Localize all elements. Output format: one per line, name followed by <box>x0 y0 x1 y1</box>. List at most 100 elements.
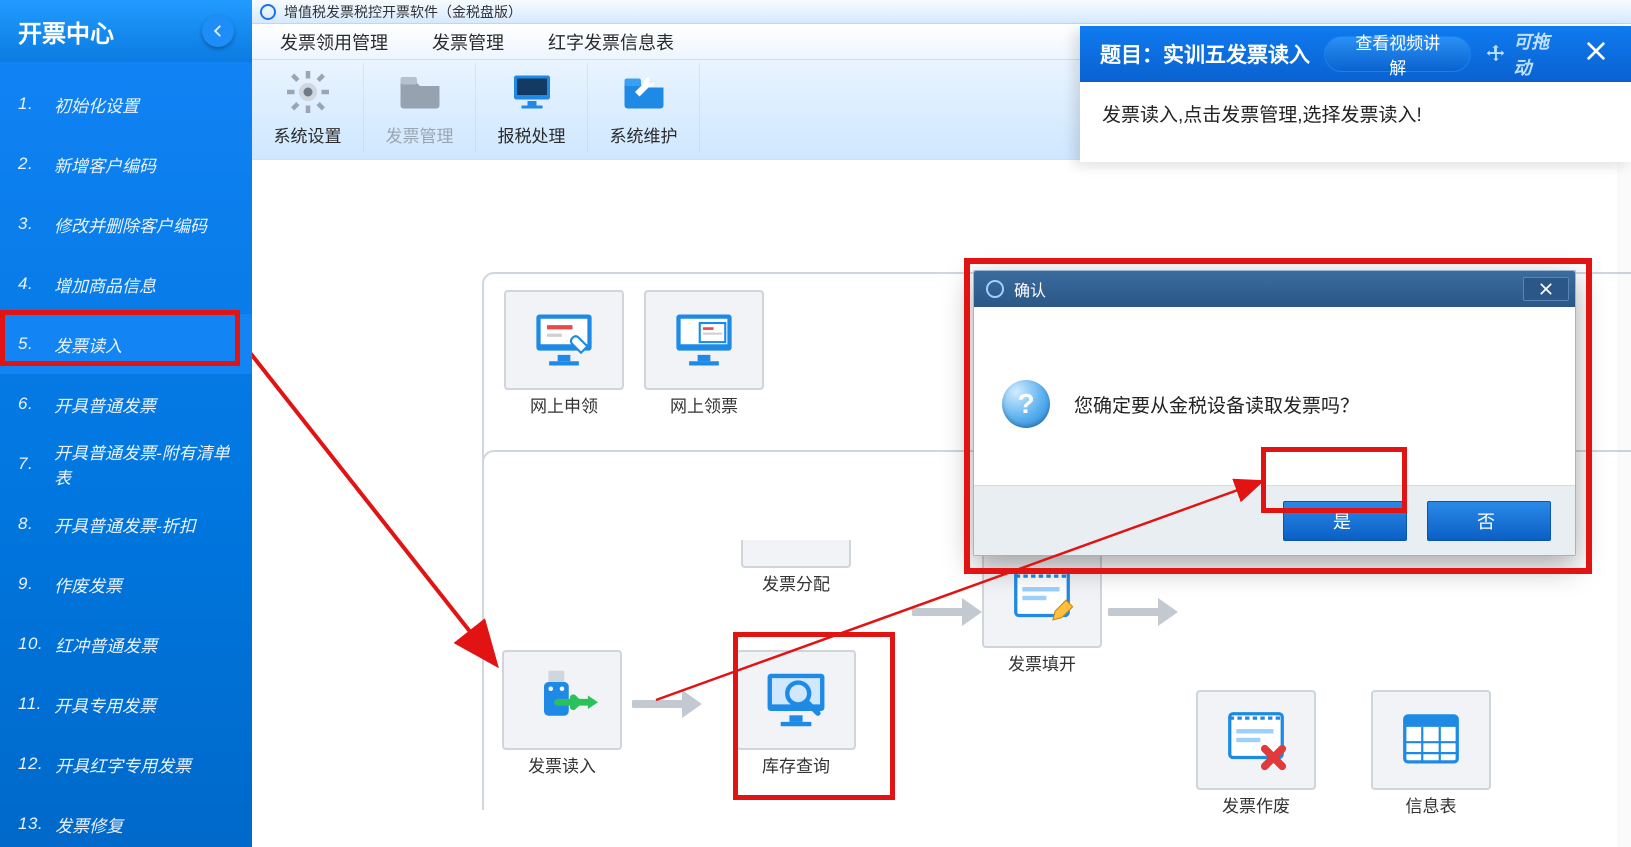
menu-item-2[interactable]: 红字发票信息表 <box>548 29 674 55</box>
question-icon: ? <box>1002 380 1050 428</box>
toolbar-label: 系统设置 <box>274 122 342 147</box>
sidebar-item-1[interactable]: 1. 初始化设置 <box>0 74 252 134</box>
sidebar-item-number: 9. <box>18 574 42 594</box>
instruction-header[interactable]: 题目：实训五发票读入 查看视频讲解 可拖动 <box>1080 26 1631 82</box>
sidebar-item-label: 开具专用发票 <box>54 692 156 717</box>
sidebar-item-12[interactable]: 12. 开具红字专用发票 <box>0 734 252 794</box>
tile-stock-query[interactable]: 库存查询 <box>732 650 860 777</box>
sidebar-item-number: 2. <box>18 154 42 174</box>
instruction-close-button[interactable] <box>1581 36 1611 72</box>
close-icon <box>1539 282 1553 296</box>
invoice-void-icon <box>1221 705 1291 775</box>
tile-label: 发票作废 <box>1192 792 1320 817</box>
tile-invoice-assign[interactable]: 发票分配 <box>732 540 860 595</box>
flow-arrow-right <box>1108 592 1178 637</box>
usb-import-icon <box>526 664 598 736</box>
drag-handle[interactable]: 可拖动 <box>1485 28 1567 80</box>
close-icon <box>1585 40 1607 62</box>
sidebar-item-label: 发票修复 <box>55 812 123 837</box>
dialog-titlebar[interactable]: 确认 <box>974 271 1575 307</box>
window-title: 增值税发票税控开票软件（金税盘版） <box>284 2 522 22</box>
tile-label: 库存查询 <box>732 752 860 777</box>
instruction-panel: 题目：实训五发票读入 查看视频讲解 可拖动 发票读入,点击发票管理,选择发票读入… <box>1080 26 1631 162</box>
flow-arrow-right <box>632 684 702 729</box>
sidebar-item-label: 开具普通发票-附有清单表 <box>54 439 234 489</box>
toolbar-gear[interactable]: 系统设置 <box>252 63 364 153</box>
folder-icon <box>396 68 444 116</box>
move-icon <box>1485 43 1507 65</box>
tile-info-sheet[interactable]: 信息表 <box>1367 690 1495 817</box>
monitor-doc-icon <box>670 306 738 374</box>
tile-label: 发票填开 <box>978 650 1106 675</box>
sidebar-item-number: 4. <box>18 274 42 294</box>
toolbar-folder: 发票管理 <box>364 63 476 153</box>
sidebar-list: 1. 初始化设置 2. 新增客户编码 3. 修改并删除客户编码 4. 增加商品信息 5. 发票读入… <box>0 62 252 847</box>
sidebar-item-number: 6. <box>18 394 42 414</box>
scrollbar-vertical[interactable] <box>1617 160 1631 847</box>
sidebar-item-8[interactable]: 8. 开具普通发票-折扣 <box>0 494 252 554</box>
sidebar-collapse-button[interactable] <box>202 15 234 47</box>
sidebar-item-label: 修改并删除客户编码 <box>54 212 207 237</box>
dialog-message: 您确定要从金税设备读取发票吗？ <box>1074 391 1359 418</box>
sidebar-item-2[interactable]: 2. 新增客户编码 <box>0 134 252 194</box>
dialog-footer: 是 否 <box>974 485 1575 555</box>
tile-invoice-import[interactable]: 发票读入 <box>498 650 626 777</box>
sidebar-item-4[interactable]: 4. 增加商品信息 <box>0 254 252 314</box>
tile-invoice-fill[interactable]: 发票填开 <box>978 548 1106 675</box>
sidebar-item-number: 12. <box>18 754 43 774</box>
dialog-no-button[interactable]: 否 <box>1427 501 1551 541</box>
tile-label: 网上领票 <box>640 392 768 417</box>
sidebar-item-3[interactable]: 3. 修改并删除客户编码 <box>0 194 252 254</box>
toolbar-wrench-folder[interactable]: 系统维护 <box>588 63 700 153</box>
tile-invoice-void[interactable]: 发票作废 <box>1192 690 1320 817</box>
sidebar-item-number: 7. <box>18 454 42 474</box>
sidebar-item-label: 开具普通发票 <box>54 392 156 417</box>
wrench-folder-icon <box>620 68 668 116</box>
sidebar-item-number: 13. <box>18 814 43 834</box>
instruction-title: 题目：实训五发票读入 <box>1100 39 1310 69</box>
flow-arrow-right <box>912 592 982 637</box>
sidebar-item-label: 新增客户编码 <box>54 152 156 177</box>
toolbar-label: 报税处理 <box>498 122 566 147</box>
monitor-search-icon <box>761 665 831 735</box>
toolbar-monitor[interactable]: 报税处理 <box>476 63 588 153</box>
sidebar-item-label: 发票读入 <box>54 332 122 357</box>
sidebar-title: 开票中心 <box>18 14 114 49</box>
sidebar-item-6[interactable]: 6. 开具普通发票 <box>0 374 252 434</box>
dialog-close-button[interactable] <box>1523 277 1569 301</box>
sidebar-item-7[interactable]: 7. 开具普通发票-附有清单表 <box>0 434 252 494</box>
sidebar-item-9[interactable]: 9. 作废发票 <box>0 554 252 614</box>
app-icon <box>986 280 1004 298</box>
dialog-title: 确认 <box>1014 277 1046 301</box>
instruction-body: 发票读入,点击发票管理,选择发票读入! <box>1080 82 1631 145</box>
view-video-button[interactable]: 查看视频讲解 <box>1324 36 1471 72</box>
tile-label: 信息表 <box>1367 792 1495 817</box>
sidebar: 开票中心 1. 初始化设置 2. 新增客户编码 3. 修改并删除客户编码 4. 增加商品信息 5… <box>0 0 252 847</box>
chevron-left-icon <box>211 24 225 38</box>
sidebar-item-10[interactable]: 10.红冲普通发票 <box>0 614 252 674</box>
tile-online-apply[interactable]: 网上申领 <box>500 290 628 417</box>
confirm-dialog: 确认 ? 您确定要从金税设备读取发票吗？ 是 否 <box>973 270 1576 556</box>
sidebar-item-label: 开具红字专用发票 <box>55 752 191 777</box>
tile-label: 网上申领 <box>500 392 628 417</box>
dialog-yes-button[interactable]: 是 <box>1283 501 1407 541</box>
sidebar-item-number: 3. <box>18 214 42 234</box>
sidebar-item-label: 初始化设置 <box>54 92 139 117</box>
tile-label: 发票分配 <box>732 570 860 595</box>
sidebar-item-number: 8. <box>18 514 42 534</box>
sidebar-item-label: 红冲普通发票 <box>55 632 157 657</box>
workspace-canvas: 网上申领 网上领票 发票分配 <box>252 160 1631 847</box>
tile-online-receive[interactable]: 网上领票 <box>640 290 768 417</box>
menu-item-0[interactable]: 发票领用管理 <box>280 29 388 55</box>
invoice-edit-icon <box>1007 563 1077 633</box>
sidebar-item-number: 5. <box>18 334 42 354</box>
sidebar-item-label: 增加商品信息 <box>54 272 156 297</box>
sidebar-item-number: 1. <box>18 94 42 114</box>
sidebar-item-13[interactable]: 13. 发票修复 <box>0 794 252 847</box>
tile-label: 发票读入 <box>498 752 626 777</box>
sidebar-item-11[interactable]: 11.开具专用发票 <box>0 674 252 734</box>
sidebar-item-label: 开具普通发票-折扣 <box>54 512 196 537</box>
sidebar-item-label: 作废发票 <box>54 572 122 597</box>
menu-item-1[interactable]: 发票管理 <box>432 29 504 55</box>
sidebar-item-5[interactable]: 5. 发票读入 <box>0 314 252 374</box>
